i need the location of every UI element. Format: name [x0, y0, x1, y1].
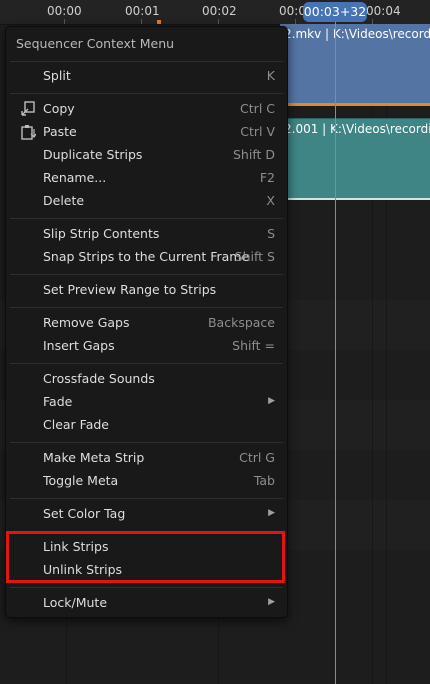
menu-item-toggle-meta[interactable]: Toggle Meta Tab	[10, 470, 283, 493]
tick-mark	[141, 19, 142, 24]
menu-separator	[10, 218, 283, 219]
menu-item-paste[interactable]: Paste Ctrl V	[10, 121, 283, 144]
menu-item-shortcut: Backspace	[207, 315, 275, 330]
menu-item-duplicate-strips[interactable]: Duplicate Strips Shift D	[10, 144, 283, 167]
menu-item-snap-strips[interactable]: Snap Strips to the Current Frame Shift S	[10, 246, 283, 269]
submenu-arrow-icon: ▶	[268, 508, 275, 518]
menu-item-label: Set Preview Range to Strips	[43, 282, 217, 297]
menu-item-shortcut: Ctrl V	[240, 124, 275, 139]
sequencer-context-menu: Sequencer Context Menu Split K Copy Ctrl…	[5, 26, 288, 618]
menu-item-clear-fade[interactable]: Clear Fade	[10, 414, 283, 437]
menu-item-label: Set Color Tag	[43, 506, 126, 521]
menu-item-shortcut: Ctrl G	[239, 450, 275, 465]
menu-item-shortcut: Ctrl C	[240, 101, 275, 116]
movie-strip-label: 2.mkv | K:\Videos\recordi	[284, 27, 430, 41]
menu-item-label: Duplicate Strips	[43, 147, 143, 162]
playhead-time[interactable]: 00:03+32	[303, 2, 367, 22]
sound-strip-label: 2.001 | K:\Videos\recordin	[284, 122, 430, 136]
time-tick: 00:01	[125, 4, 160, 18]
time-tick: 00:02	[202, 4, 237, 18]
copy-icon	[20, 101, 36, 117]
menu-item-label: Crossfade Sounds	[43, 371, 155, 386]
menu-item-insert-gaps[interactable]: Insert Gaps Shift =	[10, 335, 283, 358]
menu-item-label: Remove Gaps	[43, 315, 130, 330]
time-tick: 00:04	[366, 4, 401, 18]
playhead-line[interactable]	[335, 22, 336, 684]
paste-icon	[20, 124, 37, 140]
menu-item-label: Rename...	[43, 170, 107, 185]
menu-item-shortcut: F2	[259, 170, 275, 185]
menu-item-shortcut: X	[266, 193, 275, 208]
menu-separator	[10, 363, 283, 364]
menu-separator	[10, 93, 283, 94]
time-tick: 00:0	[279, 4, 306, 18]
annotation-highlight-box	[6, 531, 285, 583]
menu-item-label: Delete	[43, 193, 85, 208]
menu-item-fade[interactable]: Fade ▶	[10, 391, 283, 414]
menu-separator	[10, 61, 283, 62]
submenu-arrow-icon: ▶	[268, 396, 275, 406]
menu-title: Sequencer Context Menu	[16, 36, 175, 51]
menu-item-set-color-tag[interactable]: Set Color Tag ▶	[10, 503, 283, 526]
menu-item-label: Lock/Mute	[43, 595, 108, 610]
menu-item-slip-strip-contents[interactable]: Slip Strip Contents S	[10, 223, 283, 246]
tick-mark	[218, 19, 219, 24]
menu-item-shortcut: Tab	[253, 473, 275, 488]
tick-mark	[64, 19, 65, 24]
menu-item-label: Split	[43, 68, 71, 83]
menu-item-label: Slip Strip Contents	[43, 226, 160, 241]
menu-item-label: Insert Gaps	[43, 338, 115, 353]
menu-item-label: Paste	[43, 124, 77, 139]
menu-item-set-preview-range[interactable]: Set Preview Range to Strips	[10, 279, 283, 302]
menu-item-label: Toggle Meta	[43, 473, 119, 488]
menu-item-delete[interactable]: Delete X	[10, 190, 283, 213]
menu-item-shortcut: Shift =	[232, 338, 275, 353]
menu-item-shortcut: S	[267, 226, 275, 241]
menu-separator	[10, 307, 283, 308]
menu-separator	[10, 587, 283, 588]
menu-item-shortcut: Shift D	[232, 147, 275, 162]
frame-marker	[157, 20, 161, 24]
menu-item-label: Clear Fade	[43, 417, 109, 432]
menu-item-label: Snap Strips to the Current Frame	[43, 249, 250, 264]
menu-item-label: Make Meta Strip	[43, 450, 145, 465]
sound-strip[interactable]: 2.001 | K:\Videos\recordin	[280, 118, 430, 200]
movie-strip[interactable]: 2.mkv | K:\Videos\recordi	[280, 24, 430, 106]
menu-item-split[interactable]: Split K	[10, 65, 283, 88]
menu-item-make-meta-strip[interactable]: Make Meta Strip Ctrl G	[10, 447, 283, 470]
menu-item-copy[interactable]: Copy Ctrl C	[10, 98, 283, 121]
menu-item-label: Fade	[43, 394, 73, 409]
submenu-arrow-icon: ▶	[268, 597, 275, 607]
menu-item-remove-gaps[interactable]: Remove Gaps Backspace	[10, 312, 283, 335]
menu-separator	[10, 442, 283, 443]
menu-item-crossfade-sounds[interactable]: Crossfade Sounds	[10, 368, 283, 391]
menu-item-label: Copy	[43, 101, 75, 116]
menu-separator	[10, 274, 283, 275]
menu-separator	[10, 498, 283, 499]
menu-item-lock-mute[interactable]: Lock/Mute ▶	[10, 592, 283, 615]
time-tick: 00:00	[47, 4, 82, 18]
menu-item-shortcut: K	[266, 68, 275, 83]
menu-item-rename[interactable]: Rename... F2	[10, 167, 283, 190]
menu-item-shortcut: Shift S	[234, 249, 275, 264]
